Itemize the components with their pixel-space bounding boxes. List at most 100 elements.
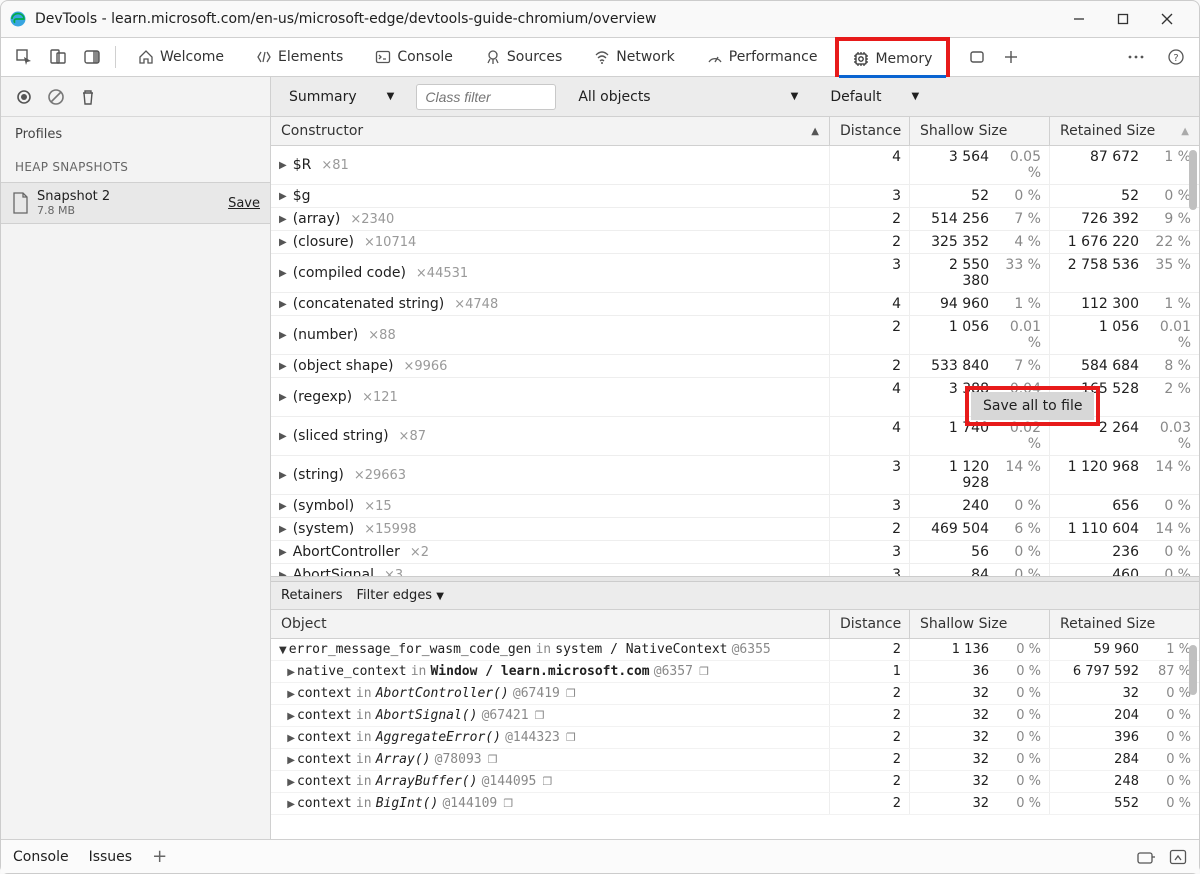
retainers-label: Retainers [281, 588, 342, 603]
constructor-row[interactable]: ▶(number)×8821 0560.01 %1 0560.01 % [271, 316, 1199, 355]
constructor-row[interactable]: ▶AbortController×23560 %2360 % [271, 541, 1199, 564]
memory-icon [853, 51, 869, 67]
inspect-element-button[interactable] [9, 42, 39, 72]
retainer-row[interactable]: ▶context in AbortController() @67419 ❐23… [271, 683, 1199, 705]
snapshot-item[interactable]: Snapshot 2 7.8 MB Save [1, 182, 270, 224]
scrollbar-thumb[interactable] [1189, 645, 1197, 695]
devtools-toolbar: Welcome Elements Console Sources Network… [1, 37, 1199, 77]
clear-button[interactable] [47, 88, 65, 106]
edge-logo-icon [9, 10, 27, 28]
window-title: DevTools - learn.microsoft.com/en-us/mic… [35, 11, 1071, 27]
retainer-row[interactable]: ▶context in ArrayBuffer() @144095 ❐2320 … [271, 771, 1199, 793]
more-options-button[interactable] [1121, 42, 1151, 72]
constructor-row[interactable]: ▶(system)×159982469 5046 %1 110 60414 % [271, 518, 1199, 541]
dropdown-label: Default [830, 89, 881, 105]
device-toolbar-button[interactable] [43, 42, 73, 72]
bottom-drawer: Console Issues + [1, 839, 1199, 873]
tab-label: Elements [278, 49, 343, 65]
constructor-row[interactable]: ▶(closure)×107142325 3524 %1 676 22022 % [271, 231, 1199, 254]
heap-snapshots-heading: HEAP SNAPSHOTS [1, 152, 270, 182]
tab-performance[interactable]: Performance [693, 37, 832, 77]
window-minimize-button[interactable] [1071, 11, 1087, 27]
col-constructor[interactable]: Constructor▲ [271, 117, 829, 145]
console-icon [375, 49, 391, 65]
home-icon [138, 49, 154, 65]
class-filter-input[interactable] [416, 84, 556, 110]
col-shallow-size[interactable]: Shallow Size [909, 610, 1049, 638]
retainer-row[interactable]: ▶context in AbortSignal() @67421 ❐2320 %… [271, 705, 1199, 727]
tab-console[interactable]: Console [361, 37, 467, 77]
scrollbar-thumb[interactable] [1189, 150, 1197, 210]
sources-icon [485, 49, 501, 65]
tab-label: Memory [875, 51, 932, 67]
tab-label: Sources [507, 49, 562, 65]
dropdown-label: All objects [578, 89, 650, 105]
tab-label: Console [397, 49, 453, 65]
retainer-row[interactable]: ▶native_context in Window / learn.micros… [271, 661, 1199, 683]
window-titlebar: DevTools - learn.microsoft.com/en-us/mic… [1, 1, 1199, 37]
tab-label: Performance [729, 49, 818, 65]
delete-button[interactable] [79, 88, 97, 106]
retainers-grid-body[interactable]: ▼error_message_for_wasm_code_gen in syst… [271, 639, 1199, 839]
save-all-to-file-menuitem[interactable]: Save all to file [971, 392, 1094, 420]
dropdown-label: Summary [289, 89, 357, 105]
toolbar-separator [115, 46, 116, 68]
snapshot-save-button[interactable]: Save [228, 196, 260, 211]
memory-sidebar: Profiles HEAP SNAPSHOTS Snapshot 2 7.8 M… [1, 77, 271, 839]
constructor-row[interactable]: ▶AbortSignal×33840 %4600 % [271, 564, 1199, 576]
constructor-row[interactable]: ▶(symbol)×1532400 %6560 % [271, 495, 1199, 518]
snapshot-size: 7.8 MB [37, 204, 110, 217]
col-object[interactable]: Object [271, 610, 829, 638]
constructor-row[interactable]: ▶(concatenated string)×4748494 9601 %112… [271, 293, 1199, 316]
retainer-row[interactable]: ▼error_message_for_wasm_code_gen in syst… [271, 639, 1199, 661]
constructor-row[interactable]: ▶$g3520 %520 % [271, 185, 1199, 208]
context-menu-highlight: Save all to file [965, 386, 1100, 426]
retainer-row[interactable]: ▶context in AggregateError() @144323 ❐23… [271, 727, 1199, 749]
drawer-expand-icon[interactable] [1169, 849, 1187, 865]
col-shallow-size[interactable]: Shallow Size [909, 117, 1049, 145]
tab-sources[interactable]: Sources [471, 37, 576, 77]
retainers-toolbar: Retainers Filter edges ▼ [271, 582, 1199, 610]
drawer-tab-console[interactable]: Console [13, 849, 69, 865]
window-close-button[interactable] [1159, 11, 1175, 27]
elements-icon [256, 49, 272, 65]
summary-perspective-dropdown[interactable]: Summary▼ [279, 85, 404, 109]
network-icon [594, 49, 610, 65]
constructors-grid-body[interactable]: ▶$R×8143 5640.05 %87 6721 %▶$g3520 %520 … [271, 146, 1199, 576]
col-distance[interactable]: Distance [829, 610, 909, 638]
tab-memory[interactable]: Memory [835, 37, 950, 77]
col-distance[interactable]: Distance [829, 117, 909, 145]
tab-welcome[interactable]: Welcome [124, 37, 238, 77]
record-button[interactable] [15, 88, 33, 106]
drawer-add-tab-button[interactable]: + [152, 846, 167, 867]
new-tab-button[interactable] [996, 42, 1026, 72]
retainer-row[interactable]: ▶context in BigInt() @144109 ❐2320 %5520… [271, 793, 1199, 815]
filter-edges-dropdown[interactable]: Filter edges ▼ [356, 588, 443, 603]
drawer-tab-issues[interactable]: Issues [89, 849, 133, 865]
window-maximize-button[interactable] [1115, 11, 1131, 27]
svg-text:?: ? [1173, 53, 1178, 64]
performance-icon [707, 49, 723, 65]
constructor-row[interactable]: ▶(object shape)×99662533 8407 %584 6848 … [271, 355, 1199, 378]
retainers-grid-header: Object Distance Shallow Size Retained Si… [271, 610, 1199, 639]
constructor-row[interactable]: ▶(string)×2966331 120 92814 %1 120 96814… [271, 456, 1199, 495]
default-filter-dropdown[interactable]: Default▼ [820, 85, 929, 109]
all-objects-dropdown[interactable]: All objects▼ [568, 85, 808, 109]
retainer-row[interactable]: ▶context in Array() @78093 ❐2320 %2840 % [271, 749, 1199, 771]
constructor-row[interactable]: ▶$R×8143 5640.05 %87 6721 % [271, 146, 1199, 185]
constructor-row[interactable]: ▶(array)×23402514 2567 %726 3929 % [271, 208, 1199, 231]
snapshot-file-icon [11, 192, 29, 214]
tab-label: Network [616, 49, 674, 65]
tab-network[interactable]: Network [580, 37, 688, 77]
help-button[interactable]: ? [1161, 42, 1191, 72]
constructor-row[interactable]: ▶(compiled code)×4453132 550 38033 %2 75… [271, 254, 1199, 293]
col-retained-size[interactable]: Retained Size [1049, 610, 1199, 638]
tab-overflow-button[interactable] [962, 42, 992, 72]
memory-filterbar: Summary▼ All objects▼ Default▼ [271, 77, 1199, 117]
tab-elements[interactable]: Elements [242, 37, 357, 77]
profiles-heading: Profiles [1, 117, 270, 152]
dock-side-button[interactable] [77, 42, 107, 72]
constructors-grid-header: Constructor▲ Distance Shallow Size Retai… [271, 117, 1199, 146]
col-retained-size[interactable]: Retained Size▲ [1049, 117, 1199, 145]
drawer-computed-icon[interactable] [1137, 849, 1155, 865]
